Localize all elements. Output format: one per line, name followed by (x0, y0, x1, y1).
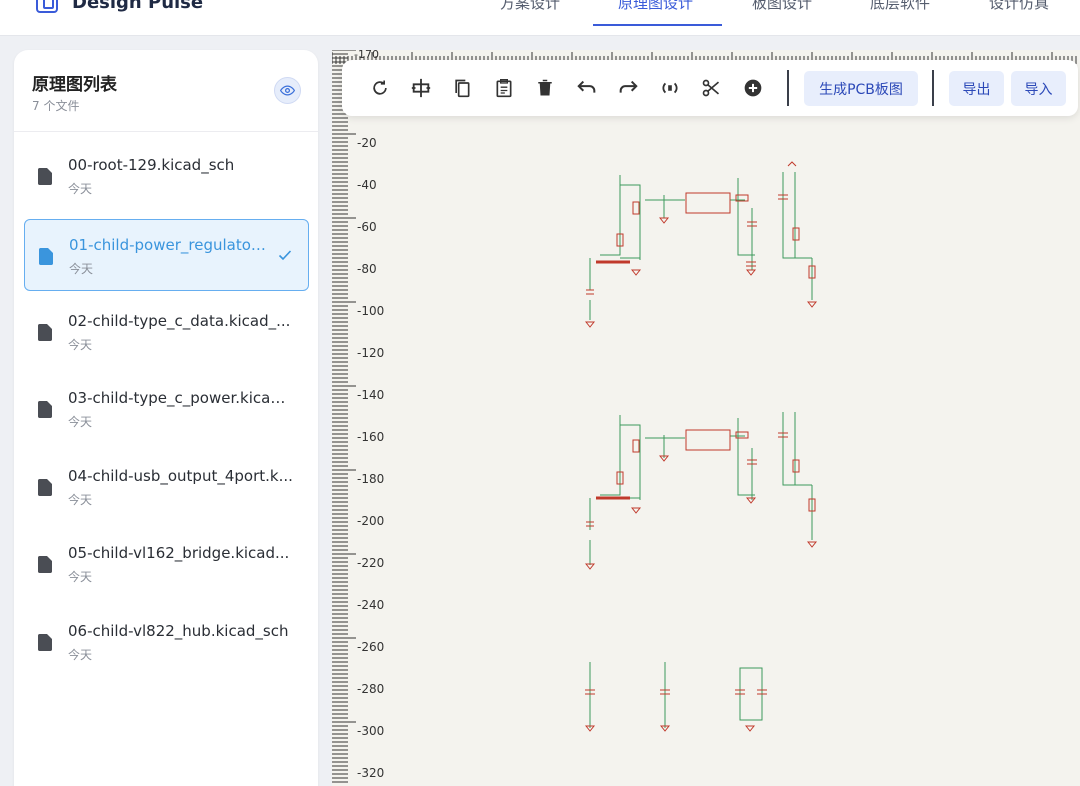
file-date: 今天 (68, 648, 93, 662)
mirror-icon (662, 82, 678, 94)
check-icon (278, 250, 292, 261)
cut-button[interactable] (699, 76, 723, 100)
file-name: 06-child-vl822_hub.kicad_sch (68, 622, 289, 640)
mirror-button[interactable] (658, 76, 682, 100)
app-name: Design Pulse (72, 0, 204, 13)
file-date: 今天 (68, 570, 93, 584)
file-item[interactable]: 06-child-vl822_hub.kicad_sch 今天 (24, 606, 309, 678)
schematic-drawing[interactable] (332, 50, 1080, 786)
redo-button[interactable] (616, 76, 640, 100)
paste-button[interactable] (492, 76, 516, 100)
redo-icon (619, 80, 638, 93)
editor-toolbar: 生成PCB板图 导出 导入 (342, 60, 1078, 116)
generate-pcb-button[interactable]: 生成PCB板图 (804, 71, 918, 106)
tab-firmware[interactable]: 底层软件 (870, 0, 930, 12)
tab-solution-design[interactable]: 方案设计 (500, 0, 560, 12)
schematic-block (584, 161, 818, 328)
delete-icon (538, 79, 552, 96)
undo-icon (577, 80, 596, 93)
paste-icon (496, 79, 512, 98)
file-icon (38, 401, 52, 418)
eye-icon (280, 85, 295, 96)
file-icon (39, 248, 53, 265)
file-icon (38, 479, 52, 496)
file-name: 04-child-usb_output_4port.k... (68, 467, 293, 485)
file-icon (38, 556, 52, 573)
align-icon (411, 78, 431, 98)
add-icon (744, 79, 762, 97)
panel-title: 原理图列表 (32, 75, 117, 95)
file-icon (38, 634, 52, 651)
file-count: 7 个文件 (32, 99, 80, 113)
file-item[interactable]: 04-child-usb_output_4port.k... 今天 (24, 451, 309, 523)
schematic-block (584, 662, 767, 732)
cut-icon (702, 79, 720, 97)
toolbar-separator (787, 70, 789, 106)
delete-button[interactable] (533, 76, 557, 100)
file-date: 今天 (68, 338, 93, 352)
toolbar-separator (932, 70, 934, 106)
file-name: 01-child-power_regulator... (69, 236, 269, 254)
file-date: 今天 (68, 182, 93, 196)
file-name: 02-child-type_c_data.kicad_... (68, 312, 291, 330)
preview-toggle-button[interactable] (274, 77, 301, 104)
rotate-icon (373, 80, 387, 95)
file-item[interactable]: 05-child-vl162_bridge.kicad... 今天 (24, 528, 309, 600)
file-date: 今天 (68, 415, 93, 429)
file-icon (38, 324, 52, 341)
divider (14, 131, 318, 132)
active-tab-indicator (593, 24, 722, 26)
import-button[interactable]: 导入 (1011, 71, 1066, 106)
copy-button[interactable] (450, 76, 474, 100)
export-button[interactable]: 导出 (949, 71, 1004, 106)
tab-simulation[interactable]: 设计仿真 (989, 0, 1049, 12)
file-name: 00-root-129.kicad_sch (68, 156, 235, 174)
align-button[interactable] (409, 76, 433, 100)
undo-button[interactable] (575, 76, 599, 100)
file-date: 今天 (68, 493, 93, 507)
file-date: 今天 (69, 262, 94, 276)
brand[interactable]: Design Pulse (36, 0, 203, 14)
schematic-canvas[interactable]: -170 -20 -40 -60 -80 -100 -120 -140 -160… (332, 50, 1080, 786)
file-item[interactable]: 00-root-129.kicad_sch 今天 (24, 140, 309, 212)
file-icon (38, 168, 52, 185)
top-navigation-bar: Design Pulse 方案设计 原理图设计 板图设计 底层软件 设计仿真 (0, 0, 1080, 36)
file-item[interactable]: 02-child-type_c_data.kicad_... 今天 (24, 296, 309, 368)
add-button[interactable] (741, 76, 765, 100)
file-name: 03-child-type_c_power.kicad... (68, 389, 293, 407)
schematic-list-panel: 原理图列表 7 个文件 00-root-129.kicad_sch 今天 01-… (14, 50, 318, 786)
file-name: 05-child-vl162_bridge.kicad... (68, 544, 290, 562)
schematic-block (584, 412, 818, 570)
copy-icon (455, 79, 470, 98)
file-item-selected[interactable]: 01-child-power_regulator... 今天 (24, 219, 309, 291)
logo-icon (36, 0, 58, 13)
tab-schematic-design[interactable]: 原理图设计 (618, 0, 693, 12)
tab-board-design[interactable]: 板图设计 (752, 0, 812, 12)
rotate-button[interactable] (368, 76, 392, 100)
file-item[interactable]: 03-child-type_c_power.kicad... 今天 (24, 373, 309, 445)
